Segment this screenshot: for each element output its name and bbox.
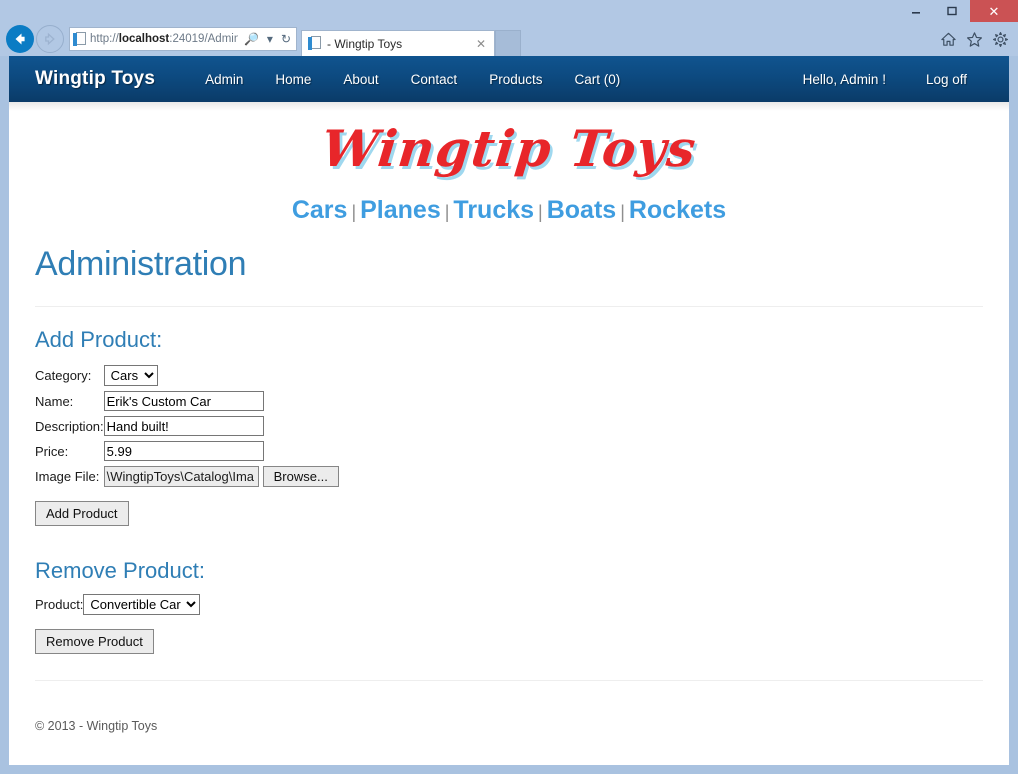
site-brand[interactable]: Wingtip Toys [35,68,155,90]
form-row-product: Product: Convertible Car [35,594,201,620]
nav-shadow [9,102,1009,111]
category-link-trucks[interactable]: Trucks [453,196,534,224]
gear-icon[interactable] [992,31,1009,48]
star-icon[interactable] [966,31,983,48]
nav-greeting[interactable]: Hello, Admin ! [783,72,906,87]
form-row-description: Description: [35,416,339,441]
page-viewport: Wingtip Toys Admin Home About Contact Pr… [9,56,1009,765]
tab-page-icon [308,36,321,51]
url-scheme: http:// [90,33,119,45]
nav-link-admin[interactable]: Admin [189,72,259,87]
copyright-text: © 2013 - Wingtip Toys [35,719,158,733]
minimize-button[interactable] [898,0,934,22]
maximize-button[interactable] [934,0,970,22]
tab-strip: - Wingtip Toys ✕ [301,22,521,56]
price-input[interactable] [103,441,264,461]
url-text: http://localhost:24019/Admin/A [90,33,238,45]
url-host: localhost [118,33,170,45]
category-separator: | [444,202,450,222]
category-separator: | [351,202,357,222]
category-navigation: Cars | Planes | Trucks | Boats | Rockets [9,178,1009,229]
nav-link-home[interactable]: Home [259,72,327,87]
page-icon [73,31,86,47]
nav-link-cart[interactable]: Cart (0) [558,72,636,87]
category-link-boats[interactable]: Boats [547,196,616,224]
forward-button[interactable] [36,25,64,53]
page-title: Administration [35,245,247,283]
form-row-category: Category: Cars [35,365,339,391]
browser-toolbar: http://localhost:24019/Admin/A 🔎 ▾ ↻ - W… [0,22,1018,56]
navigation-buttons [6,25,64,53]
address-bar[interactable]: http://localhost:24019/Admin/A 🔎 ▾ ↻ [69,27,297,51]
maximize-icon [947,6,957,16]
site-logo[interactable]: Wingtip Toys [319,119,699,178]
remove-product-heading: Remove Product: [35,558,205,583]
add-product-button[interactable]: Add Product [35,501,129,526]
site-navigation-bar: Wingtip Toys Admin Home About Contact Pr… [9,56,1009,102]
name-input[interactable] [103,391,264,411]
minimize-icon [912,12,920,14]
search-icon[interactable]: 🔎 [242,32,261,46]
category-select[interactable]: Cars [103,365,158,386]
logo-area: Wingtip Toys [9,111,1009,178]
refresh-icon[interactable]: ↻ [279,32,293,46]
category-link-cars[interactable]: Cars [292,196,348,224]
remove-product-button[interactable]: Remove Product [35,629,154,654]
form-row-name: Name: [35,391,339,416]
name-label: Name: [35,393,74,409]
form-row-price: Price: [35,441,339,466]
price-label: Price: [35,443,69,459]
category-separator: | [620,202,625,222]
back-button[interactable] [6,25,34,53]
close-button[interactable]: ✕ [970,0,1018,22]
window-titlebar: ✕ [0,0,1018,22]
category-link-rockets[interactable]: Rockets [629,196,726,224]
product-select[interactable]: Convertible Car [83,594,201,615]
nav-link-contact[interactable]: Contact [395,72,474,87]
product-label: Product: [35,597,84,612]
browser-tab[interactable]: - Wingtip Toys ✕ [301,30,495,56]
category-separator: | [538,202,543,222]
nav-link-about[interactable]: About [327,72,394,87]
category-link-planes[interactable]: Planes [360,196,441,224]
page-footer: © 2013 - Wingtip Toys [35,680,983,733]
add-product-heading: Add Product: [35,327,163,352]
close-icon: ✕ [988,3,1000,19]
nav-user-area: Hello, Admin ! Log off [783,72,987,87]
tab-close-icon[interactable]: ✕ [472,37,490,51]
image-file-path: \WingtipToys\Catalog\Ima [103,466,259,487]
new-tab-button[interactable] [495,30,521,56]
image-file-input[interactable]: \WingtipToys\Catalog\Ima Browse... [103,466,339,487]
forward-arrow-icon [45,32,55,46]
chevron-down-icon[interactable]: ▾ [265,32,275,46]
nav-logoff-link[interactable]: Log off [906,72,987,87]
home-icon[interactable] [940,31,957,48]
tab-title: - Wingtip Toys [327,36,403,51]
add-product-form: Category: Cars Name: Description: [35,365,339,492]
browse-button[interactable]: Browse... [262,466,339,487]
image-file-label: Image File: [35,469,100,484]
form-row-image: Image File: \WingtipToys\Catalog\Ima Bro… [35,466,339,492]
category-label: Category: [35,368,92,383]
description-label: Description: [35,418,104,434]
footer-divider [35,680,983,681]
browser-tool-icons [940,31,1018,48]
page-content: Administration Add Product: Category: Ca… [9,229,1009,733]
browser-window: ✕ http://localhost:24019/Admin/A 🔎 ▾ [0,0,1018,774]
nav-link-products[interactable]: Products [473,72,558,87]
back-arrow-icon [15,33,25,45]
title-divider [35,306,983,307]
description-input[interactable] [103,416,264,436]
remove-product-form: Product: Convertible Car [35,594,201,620]
url-path: :24019/Admin/A [169,33,238,45]
